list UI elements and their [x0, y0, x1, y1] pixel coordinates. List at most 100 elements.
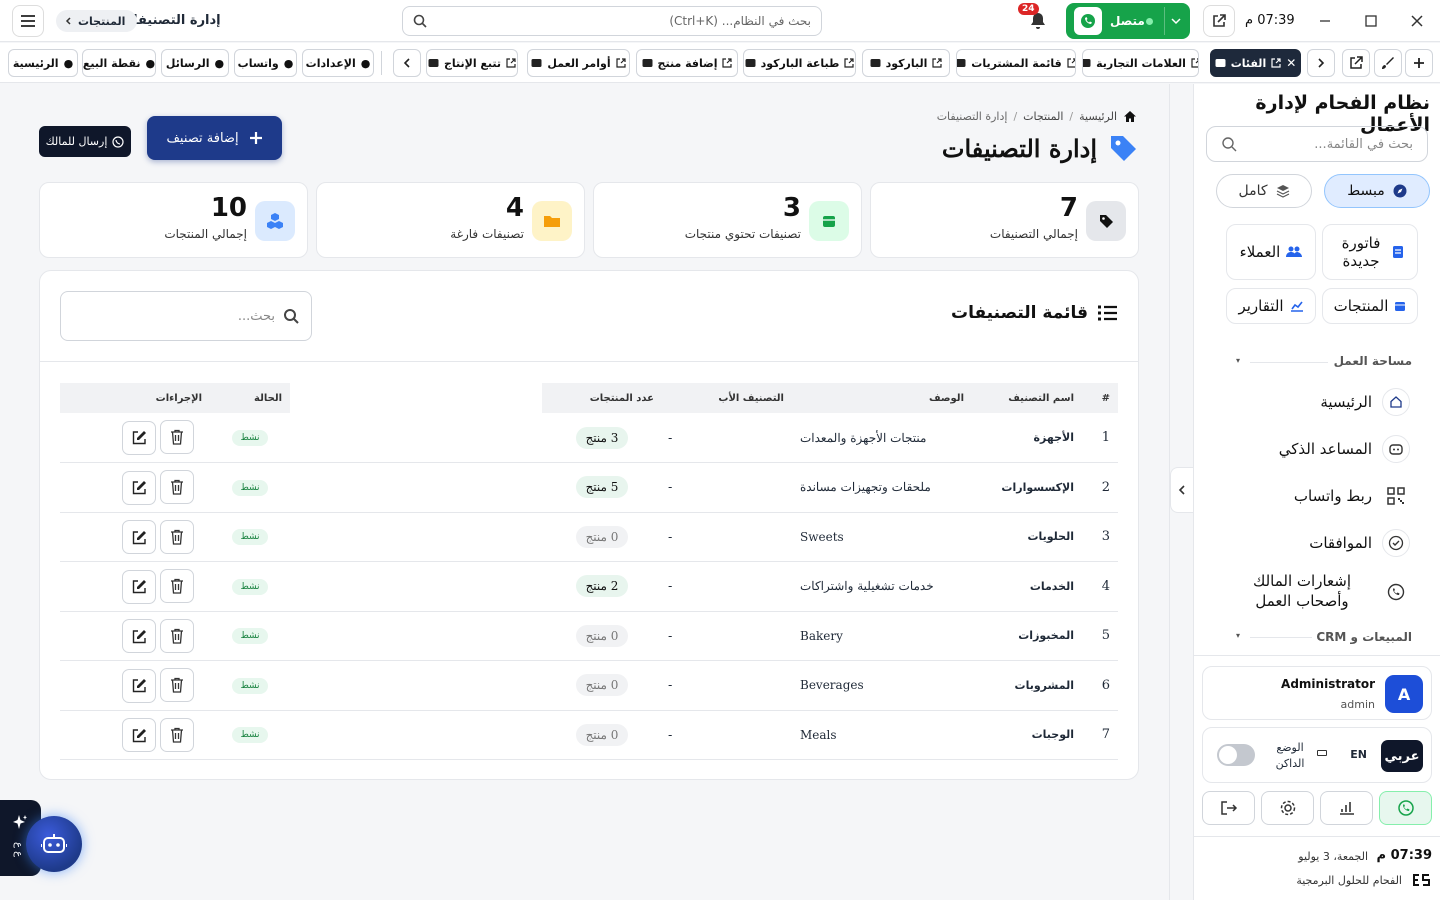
minimize-icon[interactable]: [1302, 0, 1348, 42]
pin-tab-button[interactable]: [1374, 49, 1402, 77]
new-tab-button[interactable]: [1405, 49, 1433, 77]
quick-tab-3[interactable]: ● نقطة البيع: [82, 49, 156, 77]
lang-en-button[interactable]: EN: [1350, 748, 1367, 761]
robot-icon: [26, 816, 82, 872]
close-icon[interactable]: ✕: [1286, 56, 1296, 70]
table-row[interactable]: 2 الإكسسوارات ملحقات وتجهيزات مساندة - 5 منت…: [60, 462, 1118, 513]
table-row[interactable]: 5 المخبوزات Bakery - 0 منتج نشط: [60, 611, 1118, 661]
nav-approvals[interactable]: الموافقات: [1309, 529, 1410, 557]
trash-icon: [171, 430, 183, 445]
send-to-owner-button[interactable]: إرسال للمالك: [39, 126, 131, 157]
edit-button[interactable]: [122, 420, 156, 455]
tab-label: الفئات: [1230, 56, 1267, 70]
tab-4[interactable]: طباعة الباركود: [743, 49, 856, 77]
add-category-button[interactable]: إضافة تصنيف: [147, 116, 282, 160]
detach-tab-button[interactable]: [1342, 49, 1370, 77]
breadcrumb-home[interactable]: الرئيسية: [1079, 110, 1117, 123]
category-description: خدمات تشغيلية واشتراكات: [792, 561, 972, 612]
delete-button[interactable]: [160, 470, 194, 504]
popout-button[interactable]: [1203, 5, 1235, 37]
edit-button[interactable]: [122, 668, 156, 703]
product-count-badge: 0 منتج: [575, 674, 629, 697]
edit-button[interactable]: [122, 569, 156, 604]
tab-3[interactable]: الباركود: [862, 49, 950, 77]
maximize-icon[interactable]: [1348, 0, 1394, 42]
user-card[interactable]: A Administrator admin: [1202, 666, 1432, 720]
tab-scroll-left[interactable]: [393, 49, 421, 77]
delete-button[interactable]: [160, 717, 194, 752]
footer-stats-button[interactable]: [1320, 791, 1373, 825]
nav-home[interactable]: الرئيسية: [1320, 388, 1410, 416]
chevron-down-icon[interactable]: ▾: [1236, 631, 1240, 640]
delete-button[interactable]: [160, 569, 194, 603]
status-badge: نشط: [232, 430, 268, 446]
breadcrumb-products[interactable]: المنتجات: [1023, 110, 1063, 123]
table-row[interactable]: 3 الحلويات Sweets - 0 منتج نشط: [60, 512, 1118, 562]
tab-2[interactable]: قائمة المشتريات: [956, 49, 1076, 77]
whatsapp-icon: [1382, 578, 1410, 606]
quick-tab-1[interactable]: ● واتساب: [234, 49, 297, 77]
table-row[interactable]: 4 الخدمات خدمات تشغيلية واشتراكات - 2 منتج نش…: [60, 561, 1118, 612]
quick-tab-2[interactable]: ● الرسائل: [161, 49, 229, 77]
tab-0[interactable]: ✕ الفئات: [1210, 49, 1301, 77]
table-row[interactable]: 1 الأجهزة منتجات الأجهزة والمعدات - 3 منتج نش…: [60, 413, 1118, 463]
edit-icon: [132, 629, 146, 643]
mode-simple-button[interactable]: مبسط: [1324, 174, 1430, 208]
product-count-badge: 0 منتج: [575, 624, 629, 647]
footer-company: الفحام للحلول البرمجية: [1296, 872, 1432, 888]
hamburger-menu-button[interactable]: [12, 5, 44, 37]
parent-category: -: [662, 710, 792, 760]
invoice-icon: [1393, 246, 1403, 258]
category-search-input[interactable]: بحث...: [60, 291, 312, 341]
edit-button[interactable]: [122, 718, 156, 752]
section-sales-crm[interactable]: المبيعات و CRM: [1316, 630, 1412, 644]
tab-1[interactable]: العلامات التجارية: [1082, 49, 1199, 77]
close-icon[interactable]: [1394, 0, 1440, 42]
edit-button[interactable]: [122, 520, 156, 554]
whatsapp-status-button[interactable]: متصل: [1066, 3, 1190, 39]
sidebar-collapse-button[interactable]: [1170, 467, 1193, 513]
delete-button[interactable]: [160, 420, 194, 455]
tab-label: قائمة المشتريات: [971, 56, 1062, 70]
nav-ai-assistant[interactable]: المساعد الذكي: [1279, 435, 1410, 463]
quick-products[interactable]: المنتجات: [1322, 288, 1418, 324]
delete-button[interactable]: [160, 618, 194, 653]
nav-whatsapp-link[interactable]: ربط واتساب: [1294, 482, 1410, 510]
quick-tab-4[interactable]: ● الرئيسية: [8, 49, 78, 77]
quick-customers[interactable]: العملاء: [1226, 224, 1316, 280]
avatar: A: [1385, 675, 1423, 713]
edit-button[interactable]: [122, 470, 156, 505]
edit-button[interactable]: [122, 619, 156, 653]
whatsapp-icon: [1397, 800, 1414, 816]
nav-owner-notifications[interactable]: إشعارات المالك وأصحاب العمل: [1232, 572, 1410, 611]
footer-logout-button[interactable]: [1202, 791, 1255, 825]
quick-tab-0[interactable]: ● الإعدادات: [302, 49, 374, 77]
quick-reports[interactable]: التقارير: [1226, 288, 1316, 324]
table-row[interactable]: 6 المشروبات Beverages - 0 منتج نشط: [60, 660, 1118, 711]
ai-assistant-fab[interactable]: ع ع: [0, 800, 84, 876]
page-header: إدارة التصنيفات: [942, 132, 1139, 164]
notifications-button[interactable]: 24: [1018, 3, 1054, 37]
quick-new-invoice[interactable]: فاتورة جديدة: [1322, 224, 1418, 280]
chevron-down-icon[interactable]: ▾: [1236, 356, 1240, 365]
footer-settings-button[interactable]: [1261, 791, 1314, 825]
footer-whatsapp-button[interactable]: [1379, 791, 1432, 825]
mode-full-button[interactable]: كامل: [1216, 174, 1312, 208]
menu-search-input[interactable]: بحث في القائمة...: [1206, 126, 1428, 162]
section-workspace[interactable]: مساحة العمل: [1334, 354, 1412, 368]
dark-mode-toggle[interactable]: [1217, 744, 1255, 766]
tab-scroll-right[interactable]: [1307, 49, 1335, 77]
global-search-input[interactable]: بحث في النظام... (Ctrl+K): [402, 6, 822, 36]
column-header-6: الحالة: [210, 383, 290, 413]
tab-5[interactable]: إضافة منتج: [636, 49, 738, 77]
category-name: الخدمات: [972, 561, 1082, 612]
search-icon: [1222, 137, 1237, 152]
delete-button[interactable]: [160, 519, 194, 554]
tab-7[interactable]: تتبع الإنتاج: [426, 49, 518, 77]
breadcrumb-pill[interactable]: المنتجات: [56, 10, 138, 32]
table-row[interactable]: 7 الوجبات Meals - 0 منتج نشط: [60, 710, 1118, 760]
tab-6[interactable]: أوامر العمل: [527, 49, 630, 77]
external-link-icon: [615, 58, 626, 68]
lang-ar-button[interactable]: عربي: [1381, 740, 1423, 772]
delete-button[interactable]: [160, 668, 194, 702]
